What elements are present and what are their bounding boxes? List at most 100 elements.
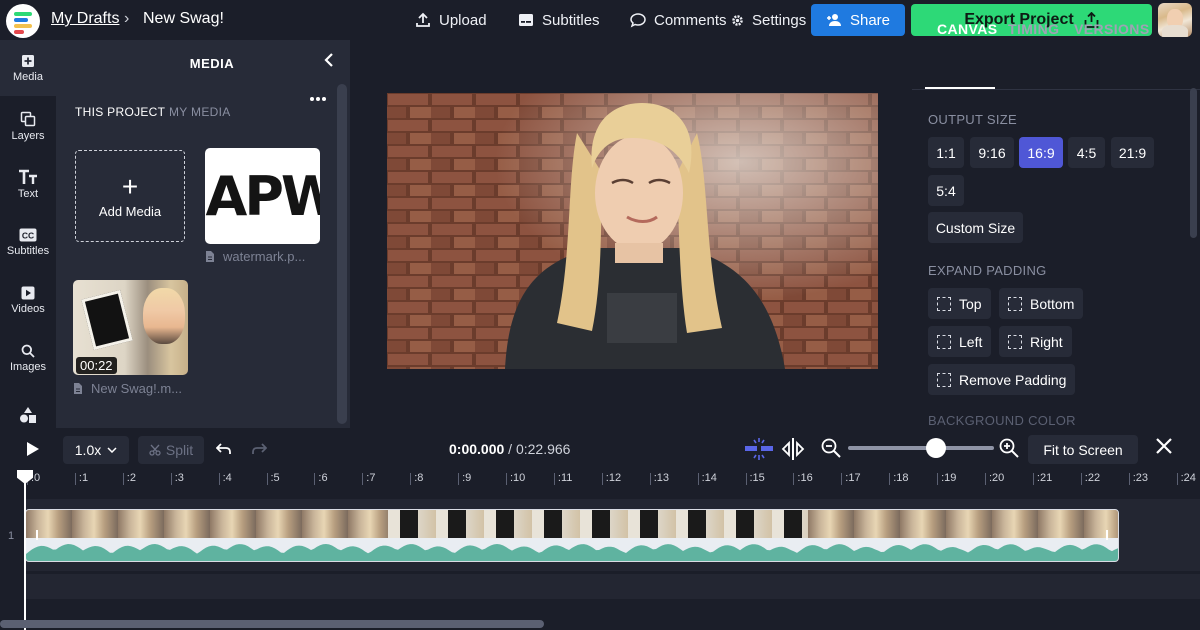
ruler-tick <box>1176 473 1178 485</box>
project-title[interactable]: New Swag! <box>143 10 224 28</box>
chevron-down-icon <box>107 447 117 453</box>
rail-item-videos[interactable]: Videos <box>0 272 56 328</box>
split-view-icon[interactable] <box>780 437 806 461</box>
comment-icon <box>630 13 646 28</box>
ruler-tick <box>122 473 124 485</box>
ruler-tick <box>745 473 747 485</box>
ruler-tick <box>697 473 699 485</box>
search-icon <box>21 344 35 358</box>
ruler-label: :16 <box>797 472 813 484</box>
playback-speed-select[interactable]: 1.0x <box>63 436 129 464</box>
ruler-label: :24 <box>1180 472 1196 484</box>
tab-timing[interactable]: TIMING <box>1008 21 1059 37</box>
more-options-icon[interactable] <box>309 96 327 102</box>
padding-left-icon <box>937 334 951 349</box>
svg-text:CC: CC <box>22 230 34 240</box>
split-button[interactable]: Split <box>138 436 204 464</box>
media-scrollbar[interactable] <box>337 84 347 424</box>
custom-size-button[interactable]: Custom Size <box>928 212 1023 243</box>
trim-handle-left[interactable] <box>36 530 38 540</box>
rail-item-layers[interactable]: Layers <box>0 98 56 154</box>
ruler-tick <box>506 473 507 485</box>
breadcrumb-my-drafts[interactable]: My Drafts <box>51 10 119 28</box>
rail-item-images[interactable]: Images <box>0 330 56 386</box>
media-thumb-watermark[interactable]: APW <box>205 148 320 244</box>
media-panel: MEDIA THIS PROJECT MY MEDIA + Add Media … <box>56 40 350 428</box>
comments-button[interactable]: Comments <box>630 0 727 40</box>
rail-item-text[interactable]: Text <box>0 156 56 212</box>
ruler-tick <box>1128 473 1130 485</box>
collapse-panel-icon[interactable] <box>323 52 335 68</box>
size-option-1-1[interactable]: 1:1 <box>928 137 964 168</box>
tab-this-project[interactable]: THIS PROJECT <box>75 105 165 119</box>
comments-label: Comments <box>654 11 727 29</box>
tab-my-media[interactable]: MY MEDIA <box>169 105 231 119</box>
media-name-watermark: watermark.p... <box>223 249 306 264</box>
settings-button[interactable]: Settings <box>731 0 806 40</box>
tab-divider <box>912 89 1200 90</box>
redo-icon[interactable] <box>251 442 267 456</box>
trim-handle-right[interactable] <box>1106 530 1108 540</box>
ruler-tick <box>601 473 603 485</box>
ruler-tick <box>553 473 555 485</box>
properties-scrollbar[interactable] <box>1190 88 1197 238</box>
total-time: 0:22.966 <box>515 441 571 457</box>
ruler-tick <box>458 473 460 485</box>
play-icon[interactable] <box>26 441 40 457</box>
split-label: Split <box>165 442 194 458</box>
padding-left-button[interactable]: Left <box>928 326 992 357</box>
track-lane-2[interactable] <box>24 574 1200 599</box>
remove-padding-button[interactable]: Remove Padding <box>928 364 1076 395</box>
fit-to-screen-button[interactable]: Fit to Screen <box>1028 435 1138 464</box>
share-label: Share <box>849 11 891 29</box>
snap-icon[interactable] <box>744 437 774 461</box>
ruler-label: :9 <box>462 472 472 484</box>
size-option-5-4[interactable]: 5:4 <box>928 175 964 206</box>
size-option-4-5[interactable]: 4:5 <box>1068 137 1105 168</box>
clip-waveform <box>26 538 1118 561</box>
subtitles-icon <box>519 14 533 26</box>
app-logo[interactable] <box>6 4 40 38</box>
video-clip[interactable] <box>25 509 1119 562</box>
time-separator: / <box>508 441 513 457</box>
tab-canvas[interactable]: CANVAS <box>937 21 997 37</box>
video-preview[interactable] <box>387 93 878 369</box>
media-thumb-video[interactable]: 00:22 <box>73 280 188 375</box>
tab-versions[interactable]: VERSIONS <box>1074 21 1150 37</box>
user-avatar[interactable] <box>1158 3 1192 37</box>
current-time: 0:00.000 <box>449 441 505 457</box>
rail-item-media[interactable]: Media <box>0 40 56 96</box>
close-timeline-icon[interactable] <box>1155 437 1173 455</box>
size-option-16-9[interactable]: 16:9 <box>1019 137 1063 168</box>
rail-item-subtitles[interactable]: CC Subtitles <box>0 214 56 270</box>
share-button[interactable]: Share <box>811 4 905 36</box>
ruler-tick <box>985 473 986 485</box>
timeline-scrollbar[interactable] <box>0 620 544 628</box>
ruler-tick <box>937 473 939 485</box>
undo-icon[interactable] <box>216 442 232 456</box>
layers-icon <box>20 111 36 126</box>
zoom-slider-knob[interactable] <box>925 438 946 458</box>
watermark-thumb-text: APW <box>205 164 320 228</box>
zoom-slider-track[interactable] <box>848 446 994 450</box>
ruler-tick <box>649 473 651 485</box>
rail-label-images: Images <box>9 360 47 373</box>
padding-right-button[interactable]: Right <box>999 326 1072 357</box>
duration-badge: 00:22 <box>76 357 117 374</box>
add-media-label: Add Media <box>98 203 162 219</box>
zoom-out-icon[interactable] <box>821 438 841 458</box>
track-number: 1 <box>8 530 15 542</box>
add-media-button[interactable]: + Add Media <box>75 150 185 242</box>
ruler-label: :1 <box>78 472 89 484</box>
padding-bottom-button[interactable]: Bottom <box>999 288 1084 319</box>
upload-button[interactable]: Upload <box>415 0 487 40</box>
zoom-in-icon[interactable] <box>999 438 1019 458</box>
playhead-line[interactable] <box>24 482 26 630</box>
size-option-9-16[interactable]: 9:16 <box>970 137 1014 168</box>
subtitles-button[interactable]: Subtitles <box>518 0 600 40</box>
waveform-path <box>26 544 1118 561</box>
ruler-tick <box>362 473 364 485</box>
elements-icon <box>20 407 36 423</box>
padding-top-button[interactable]: Top <box>928 288 991 319</box>
size-option-21-9[interactable]: 21:9 <box>1111 137 1154 168</box>
